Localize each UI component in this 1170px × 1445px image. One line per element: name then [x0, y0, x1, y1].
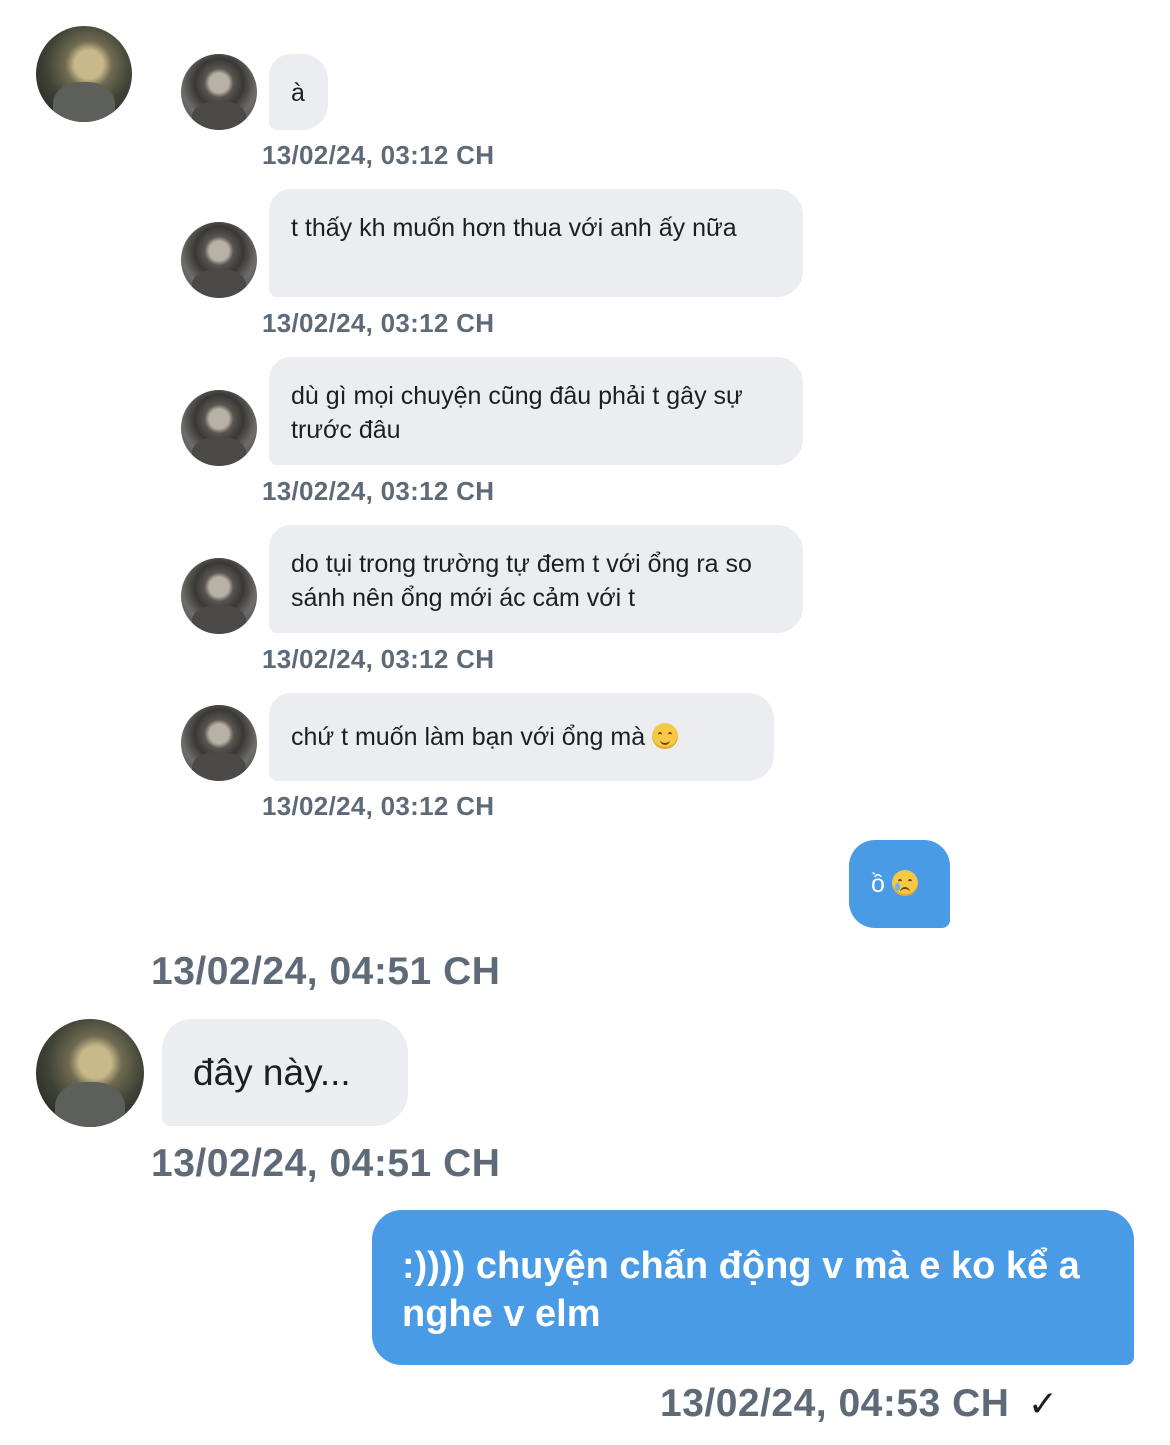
message-avatar[interactable] — [181, 705, 257, 781]
message-timestamp: 13/02/24, 03:12 CH — [262, 791, 495, 821]
sender-avatar[interactable] — [36, 26, 132, 122]
message-timestamp: 13/02/24, 03:12 CH — [262, 476, 495, 506]
message-text: ồ — [871, 870, 885, 898]
message-timestamp: 13/02/24, 03:12 CH — [262, 644, 495, 674]
message-timestamp: 13/02/24, 04:53 CH — [660, 1382, 1010, 1425]
message-bubble[interactable]: dù gì mọi chuyện cũng đâu phải t gây sự … — [269, 357, 803, 465]
message-timestamp: 13/02/24, 03:12 CH — [262, 140, 495, 170]
message-text: dù gì mọi chuyện cũng đâu phải t gây sự … — [291, 382, 743, 444]
message-avatar[interactable] — [181, 390, 257, 466]
outgoing-message-bubble[interactable]: ồ — [849, 840, 950, 928]
message-avatar[interactable] — [181, 54, 257, 130]
sent-check-icon: ✓ — [1027, 1384, 1059, 1425]
message-text: t thấy kh muốn hơn thua với anh ấy nữa — [291, 214, 737, 242]
date-separator: 13/02/24, 04:51 CH — [151, 950, 501, 993]
message-bubble[interactable]: à — [269, 54, 328, 130]
message-status: 13/02/24, 04:53 CH ✓ — [660, 1382, 1058, 1426]
message-text: :)))) chuyện chấn động v mà e ko kể a ng… — [402, 1245, 1080, 1335]
message-timestamp: 13/02/24, 04:51 CH — [151, 1142, 501, 1185]
message-timestamp: 13/02/24, 03:12 CH — [262, 308, 495, 338]
message-bubble[interactable]: t thấy kh muốn hơn thua với anh ấy nữa — [269, 189, 803, 297]
message-text: do tụi trong trường tự đem t với ổng ra … — [291, 550, 752, 612]
message-bubble[interactable]: do tụi trong trường tự đem t với ổng ra … — [269, 525, 803, 633]
message-avatar[interactable] — [181, 222, 257, 298]
outgoing-message-bubble[interactable]: :)))) chuyện chấn động v mà e ko kể a ng… — [372, 1210, 1134, 1365]
message-bubble[interactable]: chứ t muốn làm bạn với ổng mà — [269, 693, 774, 781]
sender-avatar[interactable] — [36, 1019, 144, 1127]
message-text: chứ t muốn làm bạn với ổng mà — [291, 723, 646, 751]
smiling-face-icon — [652, 723, 679, 749]
message-bubble[interactable]: đây này... — [162, 1019, 408, 1126]
message-avatar[interactable] — [181, 558, 257, 634]
face-holding-back-tears-icon — [891, 870, 918, 896]
message-text: đây này... — [193, 1052, 351, 1093]
message-text: à — [291, 79, 305, 107]
